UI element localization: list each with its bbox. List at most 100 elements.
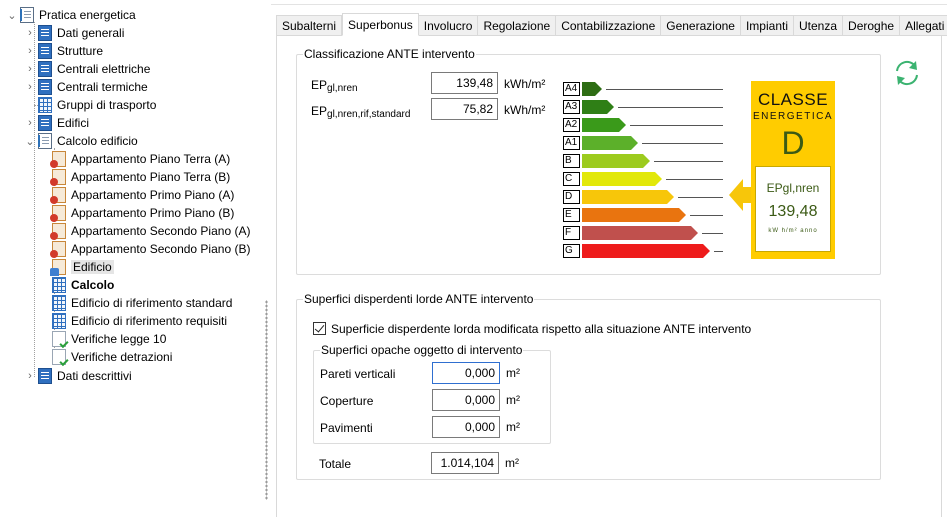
coperture-unit: m² (506, 393, 520, 407)
ep-rif-value-field[interactable]: 75,82 (431, 98, 498, 120)
energy-class-arrow (582, 226, 698, 240)
tree-item-strutture[interactable]: › Strutture (24, 42, 103, 60)
tree-item-label: Strutture (57, 44, 104, 58)
energy-class-label: A4 (563, 82, 580, 96)
energy-class-label: A3 (563, 100, 580, 114)
totale-field[interactable]: 1.014,104 (431, 452, 499, 474)
tree-item-centrali-termiche[interactable]: › Centrali termiche (24, 78, 148, 96)
list-icon (38, 79, 52, 95)
totale-label: Totale (319, 457, 352, 471)
tree-item-label: Appartamento Primo Piano (A) (71, 188, 235, 202)
tree-item-label: Gruppi di trasporto (57, 98, 157, 112)
tree-item-label: Appartamento Secondo Piano (B) (71, 242, 251, 256)
apartment-icon (50, 241, 66, 258)
project-tree[interactable]: ⌄ Pratica energetica › Dati generali › S… (0, 0, 262, 517)
tree-item-label: Edificio di riferimento standard (71, 296, 233, 310)
tree-item-label: Centrali elettriche (57, 62, 151, 76)
splitter-grip[interactable] (265, 300, 268, 500)
energy-class-row: A4 (563, 82, 728, 96)
building-icon (50, 259, 66, 276)
pavimenti-label: Pavimenti (320, 421, 373, 435)
tree-item-appartamento[interactable]: Appartamento Primo Piano (B) (50, 204, 234, 222)
chevron-right-icon[interactable]: › (24, 45, 36, 57)
tab-superbonus[interactable]: Superbonus (342, 13, 419, 36)
group-title: Superfici disperdenti lorde ANTE interve… (303, 292, 535, 306)
energy-class-arrow (582, 82, 602, 96)
group-title: Superfici opache oggetto di intervento (320, 343, 524, 357)
panel-splitter[interactable] (262, 0, 271, 517)
chevron-right-icon[interactable]: › (24, 27, 36, 39)
tree-item-edificio[interactable]: Edificio (50, 258, 114, 276)
tree-item-riferimento-requisiti[interactable]: Edificio di riferimento requisiti (50, 312, 227, 330)
badge-ep-value: 139,48 (768, 203, 818, 220)
tree-item-dati-descrittivi[interactable]: › Dati descrittivi (24, 367, 132, 385)
superficie-modificata-label[interactable]: Superficie disperdente lorda modificata … (331, 322, 751, 336)
tab-impianti[interactable]: Impianti (740, 15, 794, 36)
tree-item-label: Verifiche legge 10 (71, 332, 167, 346)
tree-item-verifiche-detrazioni[interactable]: Verifiche detrazioni (50, 348, 172, 366)
tree-item-verifiche-legge-10[interactable]: Verifiche legge 10 (50, 330, 166, 348)
energy-class-arrow (582, 154, 650, 168)
ep-rif-label-sub: gl,nren,rif,standard (327, 109, 411, 120)
ep-rif-unit: kWh/m² (504, 103, 546, 117)
ep-value-field[interactable]: 139,48 (431, 72, 498, 94)
chevron-down-icon[interactable]: ⌄ (24, 135, 36, 148)
tab-contabilizzazione[interactable]: Contabilizzazione (556, 15, 662, 36)
tree-item-appartamento[interactable]: Appartamento Piano Terra (B) (50, 168, 230, 186)
tree-item-calcolo[interactable]: Calcolo (50, 276, 114, 294)
tree-item-calcolo-edificio[interactable]: ⌄ Calcolo edificio (24, 132, 138, 150)
tree-item-appartamento[interactable]: Appartamento Secondo Piano (A) (50, 222, 250, 240)
pavimenti-field[interactable]: 0,000 (432, 416, 500, 438)
energy-class-arrow (582, 244, 710, 258)
top-border (271, 0, 947, 5)
tree-item-appartamento[interactable]: Appartamento Piano Terra (A) (50, 150, 230, 168)
chevron-right-icon[interactable]: › (24, 370, 36, 382)
tab-utenza[interactable]: Utenza (794, 15, 844, 36)
coperture-field[interactable]: 0,000 (432, 389, 500, 411)
tree-item-pratica-energetica[interactable]: ⌄ Pratica energetica (6, 6, 136, 24)
tree-item-label: Calcolo edificio (57, 134, 138, 148)
energy-class-guide-line (690, 215, 723, 216)
tab-deroghe[interactable]: Deroghe (843, 15, 901, 36)
energy-class-label: D (563, 190, 580, 204)
tab-bar: Subalterni Superbonus Involucro Regolazi… (276, 13, 947, 36)
chevron-right-icon[interactable]: › (24, 81, 36, 93)
superficie-modificata-checkbox[interactable] (313, 322, 326, 335)
tab-subalterni[interactable]: Subalterni (276, 15, 343, 36)
list-icon (38, 115, 52, 131)
energy-class-arrow (582, 172, 662, 186)
tree-item-edifici[interactable]: › Edifici (24, 114, 89, 132)
badge-classe-label: CLASSE (757, 90, 829, 109)
tree-item-riferimento-standard[interactable]: Edificio di riferimento standard (50, 294, 232, 312)
energy-class-label: C (563, 172, 580, 186)
tree-item-dati-generali[interactable]: › Dati generali (24, 24, 124, 42)
badge-ep-unit: kW h/m² anno (768, 228, 818, 234)
tree-item-appartamento[interactable]: Appartamento Secondo Piano (B) (50, 240, 250, 258)
chevron-right-icon[interactable]: › (24, 63, 36, 75)
tree-item-label: Appartamento Secondo Piano (A) (71, 224, 251, 238)
tree-item-centrali-elettriche[interactable]: › Centrali elettriche (24, 60, 150, 78)
chevron-right-icon[interactable]: › (24, 117, 36, 129)
tree-item-appartamento[interactable]: Appartamento Primo Piano (A) (50, 186, 234, 204)
refresh-icon[interactable] (892, 58, 922, 88)
tab-generazione[interactable]: Generazione (661, 15, 741, 36)
pareti-verticali-field[interactable]: 0,000 (432, 362, 500, 384)
document-icon (38, 133, 52, 149)
tab-involucro[interactable]: Involucro (418, 15, 479, 36)
tab-allegati[interactable]: Allegati (900, 15, 947, 36)
tree-item-label: Appartamento Primo Piano (B) (71, 206, 235, 220)
chevron-down-icon[interactable]: ⌄ (6, 9, 18, 22)
class-pointer-arrow-icon (729, 179, 753, 211)
energy-class-row: F (563, 226, 728, 240)
tree-item-gruppi-di-trasporto[interactable]: Gruppi di trasporto (24, 96, 156, 114)
energy-class-guide-line (606, 89, 723, 90)
tree-item-label: Dati descrittivi (57, 369, 132, 383)
list-icon (38, 43, 52, 59)
energy-class-row: A2 (563, 118, 728, 132)
ep-label-main: EP (311, 78, 328, 92)
energy-class-row: D (563, 190, 728, 204)
energy-class-guide-line (702, 233, 723, 234)
tab-regolazione[interactable]: Regolazione (478, 15, 557, 36)
apartment-icon (50, 187, 66, 204)
energy-class-arrow (582, 190, 674, 204)
